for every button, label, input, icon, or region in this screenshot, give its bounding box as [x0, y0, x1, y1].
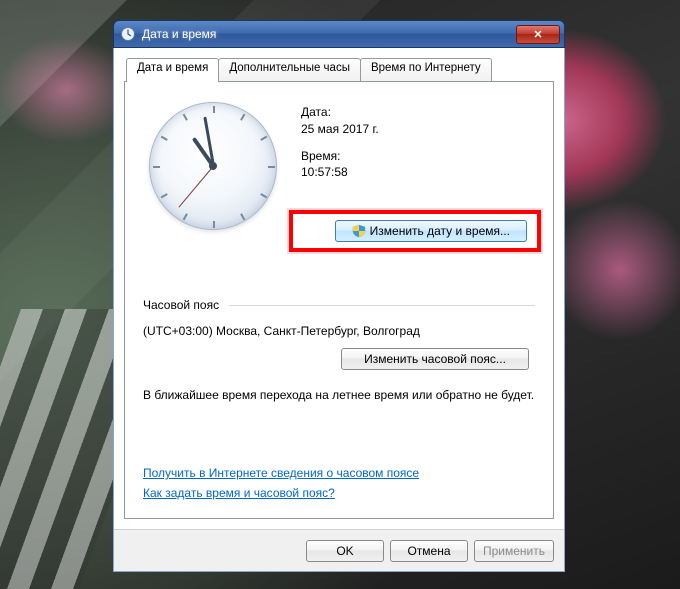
- timezone-value: (UTC+03:00) Москва, Санкт-Петербург, Вол…: [143, 324, 535, 338]
- tab-strip: Дата и время Дополнительные часы Время п…: [124, 58, 554, 81]
- date-value: 25 мая 2017 г.: [301, 121, 379, 138]
- dialog-footer: OK Отмена Применить: [114, 529, 564, 571]
- apply-button[interactable]: Применить: [474, 540, 554, 562]
- time-value: 10:57:58: [301, 164, 379, 181]
- analog-clock: [149, 102, 277, 230]
- titlebar[interactable]: Дата и время ✕: [113, 20, 565, 48]
- window-title: Дата и время: [142, 27, 516, 41]
- clock-center-pin: [209, 162, 217, 170]
- clock-icon: [120, 26, 136, 42]
- tab-internet-time[interactable]: Время по Интернету: [360, 58, 492, 81]
- clock-second-hand: [178, 166, 213, 208]
- tab-additional-clocks[interactable]: Дополнительные часы: [218, 58, 361, 81]
- uac-shield-icon: [352, 224, 366, 238]
- link-timezone-info[interactable]: Получить в Интернете сведения о часовом …: [143, 466, 419, 480]
- timezone-section-label: Часовой пояс: [143, 298, 219, 312]
- change-date-time-button[interactable]: Изменить дату и время...: [335, 220, 527, 242]
- tab-panel: Дата: 25 мая 2017 г. Время: 10:57:58: [124, 81, 554, 519]
- change-date-time-label: Изменить дату и время...: [370, 224, 510, 238]
- ok-button[interactable]: OK: [306, 540, 384, 562]
- section-divider: [229, 305, 535, 306]
- date-time-window: Дата и время ✕ Дата и время Дополнительн…: [113, 20, 565, 572]
- highlight-box: Изменить дату и время...: [289, 210, 541, 252]
- change-timezone-button[interactable]: Изменить часовой пояс...: [341, 348, 529, 370]
- tab-date-time[interactable]: Дата и время: [126, 58, 219, 82]
- change-timezone-label: Изменить часовой пояс...: [364, 352, 506, 366]
- help-links: Получить в Интернете сведения о часовом …: [143, 446, 535, 506]
- link-howto-set-time[interactable]: Как задать время и часовой пояс?: [143, 486, 335, 500]
- timezone-section: Часовой пояс (UTC+03:00) Москва, Санкт-П…: [143, 298, 535, 402]
- cancel-button[interactable]: Отмена: [390, 540, 468, 562]
- close-icon: ✕: [533, 28, 542, 41]
- date-label: Дата:: [301, 104, 379, 121]
- window-body: Дата и время Дополнительные часы Время п…: [113, 48, 565, 572]
- time-label: Время:: [301, 148, 379, 165]
- dst-notice: В ближайшее время перехода на летнее вре…: [143, 388, 535, 402]
- close-button[interactable]: ✕: [516, 25, 560, 44]
